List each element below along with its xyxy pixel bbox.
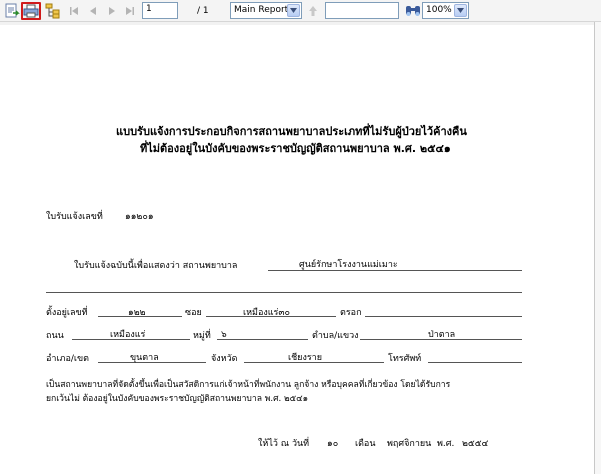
trok-label: ตรอก	[340, 308, 362, 318]
month-label: เดือน	[355, 439, 376, 449]
phone-label: โทรศัพท์	[388, 354, 422, 364]
phone-underline	[428, 362, 522, 363]
tambon-value: ป่าตาล	[428, 330, 456, 340]
find-icon[interactable]	[405, 3, 421, 19]
tambon-label: ตำบล/แขวง	[312, 331, 359, 341]
group-tree-icon[interactable]	[45, 3, 61, 19]
chevron-down-icon	[454, 4, 467, 17]
road-value: เหมืองแร่	[110, 330, 146, 340]
soi-value: เหมืองแร่๓๐	[243, 308, 291, 318]
find-input[interactable]	[325, 2, 399, 19]
amphoe-value: ขุนตาล	[130, 353, 159, 363]
form-title-line2: ที่ไม่ต้องอยู่ในบังคับของพระราชบัญญัติสถ…	[140, 142, 451, 155]
receipt-no-value: ๑๑๒๐๑	[125, 212, 154, 222]
receipt-no-label: ใบรับแจ้งเลขที่	[46, 212, 103, 222]
month-value: พฤศจิกายน	[387, 439, 432, 449]
soi-label: ซอย	[185, 308, 202, 318]
next-page-icon[interactable]	[107, 3, 117, 19]
print-button[interactable]	[21, 2, 41, 20]
given-date-label: ให้ไว้ ณ วันที่	[258, 439, 310, 449]
print-icon	[23, 4, 39, 18]
report-select[interactable]: Main Report	[230, 2, 302, 19]
road-label: ถนน	[46, 331, 64, 341]
year-label: พ.ศ.	[437, 439, 455, 449]
body-text-line1: เป็นสถานพยาบาลที่จัดตั้งขึ้นเพื่อเป็นสวั…	[46, 380, 451, 390]
export-icon[interactable]	[4, 3, 20, 19]
certify-label: ใบรับแจ้งฉบับนี้เพื่อแสดงว่า สถานพยาบาล	[74, 261, 238, 271]
year-value: ๒๕๕๔	[462, 439, 489, 449]
chevron-down-icon	[287, 4, 300, 17]
drill-up-icon[interactable]	[307, 3, 319, 19]
address-no-value: ๑๒๒	[128, 308, 146, 318]
report-select-value: Main Report	[234, 5, 289, 15]
form-title-line1: แบบรับแจ้งการประกอบกิจการสถานพยาบาลประเภ…	[116, 125, 467, 138]
province-label: จังหวัด	[211, 354, 238, 364]
first-page-icon[interactable]	[68, 3, 80, 19]
report-viewer-toolbar: 1 / 1 Main Report 100%	[0, 0, 601, 22]
given-day-value: ๑๐	[327, 439, 339, 449]
moo-underline	[217, 339, 308, 340]
blank-underline	[46, 292, 522, 293]
facility-name-value: ศูนย์รักษาโรงงานแม่เมาะ	[299, 260, 398, 270]
prev-page-icon[interactable]	[88, 3, 98, 19]
moo-value: ๖	[221, 330, 227, 340]
page-total-label: / 1	[197, 6, 209, 16]
report-page: แบบรับแจ้งการประกอบกิจการสถานพยาบาลประเภ…	[0, 25, 594, 474]
zoom-select[interactable]: 100%	[422, 2, 469, 19]
province-value: เชียงราย	[288, 353, 323, 363]
amphoe-label: อำเภอ/เขต	[46, 354, 89, 364]
zoom-select-value: 100%	[426, 5, 452, 15]
page-number-input[interactable]: 1	[142, 2, 178, 19]
address-no-label: ตั้งอยู่เลขที่	[46, 308, 88, 318]
viewer-scrollbar[interactable]	[594, 22, 601, 474]
trok-underline	[365, 316, 522, 317]
last-page-icon[interactable]	[124, 3, 136, 19]
body-text-line2: ยกเว้นไม่ ต้องอยู่ในบังคับของพระราชบัญญั…	[46, 394, 309, 404]
moo-label: หมู่ที่	[193, 331, 211, 341]
